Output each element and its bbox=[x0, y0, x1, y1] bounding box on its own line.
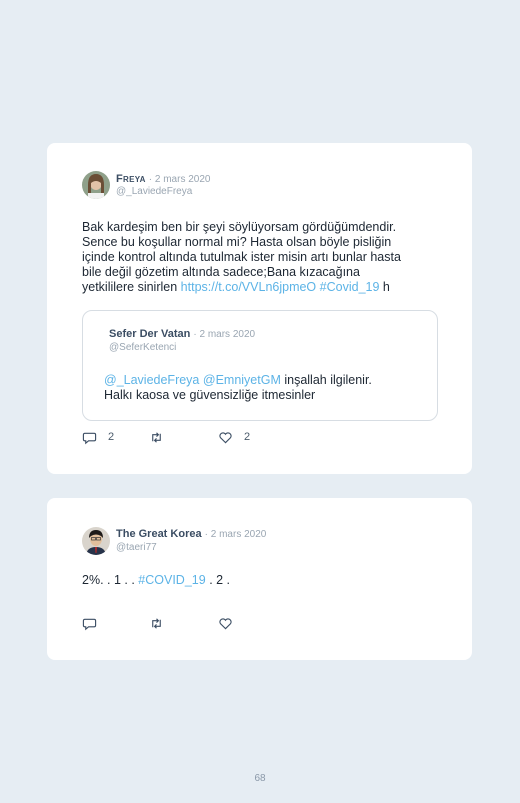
retweet-button[interactable] bbox=[149, 615, 175, 631]
heart-icon bbox=[219, 617, 232, 629]
quoted-date[interactable]: · 2 mars 2020 bbox=[193, 329, 255, 340]
tweet-actions bbox=[82, 615, 282, 631]
tweet-text-trailing: h bbox=[382, 280, 390, 294]
tweet-card: The Great Korea · 2 mars 2020 @taeri77 2… bbox=[47, 498, 472, 660]
reply-icon bbox=[82, 432, 97, 444]
quoted-text-segment: inşallah ilgilenir. bbox=[284, 373, 372, 387]
hashtag-link[interactable]: #Covid_19 bbox=[320, 280, 380, 294]
quoted-text-line: Halkı kaosa ve güvensizliğe itmesinler bbox=[104, 388, 316, 402]
tweet-actions: 2 2 bbox=[82, 429, 282, 445]
author-line: The Great Korea · 2 mars 2020 bbox=[116, 528, 266, 540]
author-name[interactable]: The Great Korea bbox=[116, 528, 202, 540]
quoted-author-line: Sefer Der Vatan · 2 mars 2020 bbox=[109, 328, 255, 340]
like-button[interactable]: 2 bbox=[218, 429, 250, 445]
tweet-text: 2%. . 1 . . #COVID_19 . 2 . bbox=[82, 573, 442, 588]
tweet-text-line: Bak kardeşim ben bir şeyi söylüyorsam gö… bbox=[82, 220, 397, 234]
page-number: 68 bbox=[254, 773, 266, 784]
tweet-card: Freya · 2 mars 2020 @_LaviedeFreya Bak k… bbox=[47, 143, 472, 474]
tweet-text-segment: 2%. . 1 . . bbox=[82, 573, 135, 587]
reply-button[interactable] bbox=[82, 615, 108, 631]
tweet-text-segment: . 2 . bbox=[209, 573, 231, 587]
tweet-link[interactable]: https://t.co/VVLn6jpmeO bbox=[181, 280, 317, 294]
mention-link[interactable]: @EmniyetGM bbox=[203, 373, 281, 387]
reply-count: 2 bbox=[108, 431, 115, 443]
reply-icon bbox=[82, 618, 97, 630]
retweet-icon bbox=[152, 431, 161, 443]
quoted-tweet[interactable]: Sefer Der Vatan · 2 mars 2020 @SeferKete… bbox=[82, 310, 438, 421]
quoted-handle[interactable]: @SeferKetenci bbox=[109, 342, 176, 353]
author-line: Freya · 2 mars 2020 bbox=[116, 173, 210, 185]
quoted-author-name[interactable]: Sefer Der Vatan bbox=[109, 328, 190, 340]
reply-button[interactable]: 2 bbox=[82, 429, 114, 445]
quoted-text: @_LaviedeFreya @EmniyetGM inşallah ilgil… bbox=[104, 373, 424, 403]
like-count: 2 bbox=[244, 431, 251, 443]
quoted-text-line: @_LaviedeFreya @EmniyetGM inşallah ilgil… bbox=[104, 373, 424, 388]
author-name[interactable]: Freya bbox=[116, 173, 146, 185]
heart-icon bbox=[219, 431, 232, 443]
hashtag-link[interactable]: #COVID_19 bbox=[138, 573, 205, 587]
tweet-text-line: bile değil gözetim altında sadece;Bana k… bbox=[82, 265, 360, 279]
tweet-text-line: Sence bu koşullar normal mi? Hasta olsan… bbox=[82, 235, 392, 249]
tweet-text-line: içinde kontrol altında tutulmak ister mi… bbox=[82, 250, 401, 264]
author-handle[interactable]: @_LaviedeFreya bbox=[116, 186, 192, 197]
avatar[interactable] bbox=[82, 171, 110, 199]
tweet-text-line: yetkililere sinirlen https://t.co/VVLn6j… bbox=[82, 280, 442, 295]
like-button[interactable] bbox=[218, 615, 244, 631]
tweet-date[interactable]: · 2 mars 2020 bbox=[205, 529, 267, 540]
tweet-date[interactable]: · 2 mars 2020 bbox=[149, 174, 211, 185]
mention-link[interactable]: @_LaviedeFreya bbox=[104, 373, 199, 387]
retweet-icon bbox=[152, 617, 161, 629]
avatar[interactable] bbox=[82, 527, 110, 555]
tweet-text-segment: yetkililere sinirlen bbox=[82, 280, 178, 294]
tweet-text: Bak kardeşim ben bir şeyi söylüyorsam gö… bbox=[82, 220, 442, 295]
retweet-button[interactable] bbox=[149, 429, 175, 445]
author-handle[interactable]: @taeri77 bbox=[116, 542, 157, 553]
